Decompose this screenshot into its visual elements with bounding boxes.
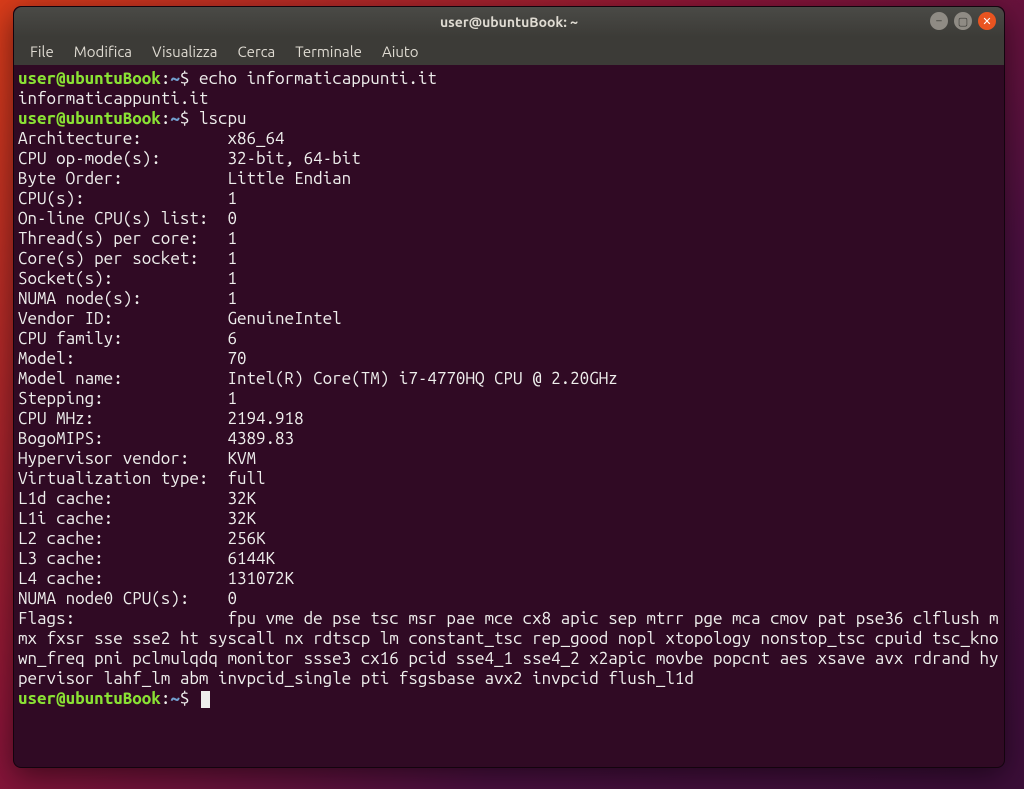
lscpu-row: CPU(s): 1 xyxy=(18,189,1000,209)
menu-file[interactable]: File xyxy=(20,40,64,63)
menu-view[interactable]: Visualizza xyxy=(142,40,228,63)
line-cmd-2: user@ubuntuBook:~$ lscpu xyxy=(18,109,1000,129)
cursor xyxy=(201,691,210,708)
lscpu-row: On-line CPU(s) list: 0 xyxy=(18,209,1000,229)
close-button[interactable]: ✕ xyxy=(978,12,996,30)
menu-edit[interactable]: Modifica xyxy=(64,40,142,63)
menu-terminal[interactable]: Terminale xyxy=(285,40,372,63)
close-icon: ✕ xyxy=(982,15,991,28)
window-title: user@ubuntuBook: ~ xyxy=(14,14,1004,30)
prompt-userhost: user@ubuntuBook xyxy=(18,109,161,128)
maximize-button[interactable]: ▢ xyxy=(954,12,972,30)
prompt-dollar: $ xyxy=(180,69,190,88)
lscpu-flags: Flags: fpu vme de pse tsc msr pae mce cx… xyxy=(18,609,1000,689)
command-text: echo informaticappunti.it xyxy=(199,69,437,88)
line-cmd-1: user@ubuntuBook:~$ echo informaticappunt… xyxy=(18,69,1000,89)
lscpu-row: L2 cache: 256K xyxy=(18,529,1000,549)
menubar: File Modifica Visualizza Cerca Terminale… xyxy=(14,37,1004,65)
titlebar[interactable]: user@ubuntuBook: ~ – ▢ ✕ xyxy=(14,7,1004,37)
lscpu-row: L3 cache: 6144K xyxy=(18,549,1000,569)
lscpu-row: NUMA node0 CPU(s): 0 xyxy=(18,589,1000,609)
lscpu-row: Socket(s): 1 xyxy=(18,269,1000,289)
lscpu-row: Model name: Intel(R) Core(TM) i7-4770HQ … xyxy=(18,369,1000,389)
lscpu-row: Architecture: x86_64 xyxy=(18,129,1000,149)
prompt-dollar: $ xyxy=(180,109,190,128)
window-buttons: – ▢ ✕ xyxy=(930,12,996,30)
lscpu-row: Stepping: 1 xyxy=(18,389,1000,409)
lscpu-row: NUMA node(s): 1 xyxy=(18,289,1000,309)
lscpu-row: Byte Order: Little Endian xyxy=(18,169,1000,189)
menu-search[interactable]: Cerca xyxy=(227,40,285,63)
menu-help[interactable]: Aiuto xyxy=(372,40,429,63)
lscpu-row: Virtualization type: full xyxy=(18,469,1000,489)
lscpu-row: CPU family: 6 xyxy=(18,329,1000,349)
lscpu-row: L4 cache: 131072K xyxy=(18,569,1000,589)
prompt-path: ~ xyxy=(170,109,180,128)
lscpu-row: CPU op-mode(s): 32-bit, 64-bit xyxy=(18,149,1000,169)
lscpu-row: Hypervisor vendor: KVM xyxy=(18,449,1000,469)
lscpu-row: Core(s) per socket: 1 xyxy=(18,249,1000,269)
lscpu-row: CPU MHz: 2194.918 xyxy=(18,409,1000,429)
line-output-1: informaticappunti.it xyxy=(18,89,1000,109)
lscpu-row: Model: 70 xyxy=(18,349,1000,369)
lscpu-row: L1i cache: 32K xyxy=(18,509,1000,529)
maximize-icon: ▢ xyxy=(958,15,968,28)
line-prompt-empty: user@ubuntuBook:~$ xyxy=(18,689,1000,709)
prompt-path: ~ xyxy=(170,689,180,708)
lscpu-row: Thread(s) per core: 1 xyxy=(18,229,1000,249)
lscpu-row: Vendor ID: GenuineIntel xyxy=(18,309,1000,329)
prompt-path: ~ xyxy=(170,69,180,88)
terminal-area[interactable]: user@ubuntuBook:~$ echo informaticappunt… xyxy=(14,65,1004,767)
lscpu-row: L1d cache: 32K xyxy=(18,489,1000,509)
terminal-window: user@ubuntuBook: ~ – ▢ ✕ File Modifica V… xyxy=(13,6,1005,768)
minimize-icon: – xyxy=(936,15,941,27)
prompt-userhost: user@ubuntuBook xyxy=(18,69,161,88)
lscpu-row: BogoMIPS: 4389.83 xyxy=(18,429,1000,449)
minimize-button[interactable]: – xyxy=(930,12,948,30)
prompt-dollar: $ xyxy=(180,689,190,708)
command-text: lscpu xyxy=(199,109,247,128)
prompt-userhost: user@ubuntuBook xyxy=(18,689,161,708)
